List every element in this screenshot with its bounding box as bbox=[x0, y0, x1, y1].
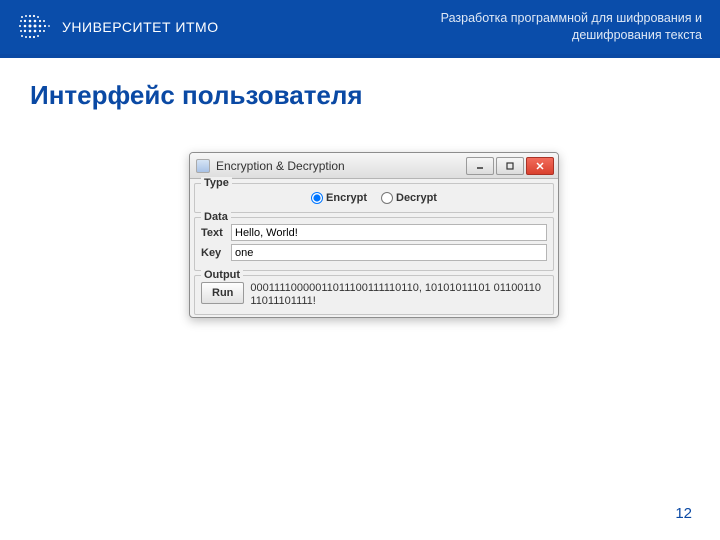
radio-decrypt[interactable]: Decrypt bbox=[381, 192, 437, 204]
radio-encrypt-input[interactable] bbox=[311, 192, 323, 204]
group-data: Data Text Key bbox=[194, 217, 554, 271]
key-label: Key bbox=[201, 247, 231, 259]
minimize-button[interactable] bbox=[466, 157, 494, 175]
project-title: Разработка программной для шифрования и … bbox=[441, 10, 702, 44]
slide-header: УНИВЕРСИТЕТ ИТМО Разработка программной … bbox=[0, 0, 720, 54]
window-titlebar: Encryption & Decryption bbox=[190, 153, 558, 179]
university-logo: УНИВЕРСИТЕТ ИТМО bbox=[18, 13, 219, 41]
group-type: Type Encrypt Decrypt bbox=[194, 183, 554, 213]
university-name: УНИВЕРСИТЕТ ИТМО bbox=[62, 19, 219, 35]
slide-title: Интерфейс пользователя bbox=[0, 58, 720, 111]
output-text: 00011110000011011100111110110, 101010111… bbox=[250, 282, 547, 308]
radio-decrypt-input[interactable] bbox=[381, 192, 393, 204]
group-output-label: Output bbox=[201, 269, 243, 281]
java-icon bbox=[196, 159, 210, 173]
page-number: 12 bbox=[675, 505, 692, 522]
close-button[interactable] bbox=[526, 157, 554, 175]
group-output: Output Run 00011110000011011100111110110… bbox=[194, 275, 554, 315]
group-type-label: Type bbox=[201, 177, 232, 189]
itmo-dots-icon bbox=[18, 13, 52, 41]
text-label: Text bbox=[201, 227, 231, 239]
window-title: Encryption & Decryption bbox=[216, 159, 345, 173]
radio-encrypt[interactable]: Encrypt bbox=[311, 192, 367, 204]
run-button[interactable]: Run bbox=[201, 282, 244, 304]
text-input[interactable] bbox=[231, 224, 547, 241]
group-data-label: Data bbox=[201, 211, 231, 223]
key-input[interactable] bbox=[231, 244, 547, 261]
maximize-button[interactable] bbox=[496, 157, 524, 175]
app-window: Encryption & Decryption Type Encrypt bbox=[189, 152, 559, 318]
